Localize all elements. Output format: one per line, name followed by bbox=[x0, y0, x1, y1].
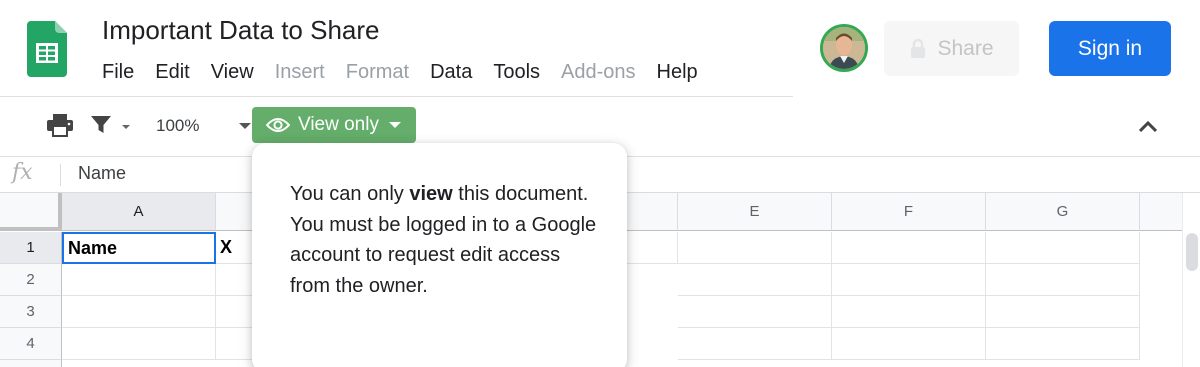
cell-g4[interactable] bbox=[986, 328, 1140, 360]
row-header-1[interactable]: 1 bbox=[0, 232, 62, 264]
zoom-value: 100% bbox=[156, 116, 200, 135]
formula-input[interactable]: Name bbox=[78, 163, 126, 184]
fx-icon: fx bbox=[12, 160, 33, 185]
tooltip-text-bold: view bbox=[409, 183, 453, 205]
cell-g2[interactable] bbox=[986, 264, 1140, 296]
cell-a4[interactable] bbox=[62, 328, 216, 360]
chevron-down-icon bbox=[239, 123, 252, 129]
column-header-h[interactable] bbox=[1140, 193, 1182, 231]
view-only-label: View only bbox=[298, 114, 379, 135]
header-divider bbox=[0, 96, 793, 97]
share-button[interactable]: Share bbox=[884, 21, 1019, 76]
column-header-f[interactable]: F bbox=[832, 193, 986, 231]
row-header-4[interactable]: 4 bbox=[0, 328, 62, 360]
menu-format: Format bbox=[345, 61, 410, 83]
row-header-3[interactable]: 3 bbox=[0, 296, 62, 328]
menu-view[interactable]: View bbox=[211, 60, 254, 84]
chevron-down-icon bbox=[388, 122, 401, 128]
cell-e2[interactable] bbox=[678, 264, 832, 296]
menu-file[interactable]: File bbox=[102, 60, 134, 84]
menu-bar: File Edit View Insert Format Data Tools … bbox=[102, 60, 719, 84]
menu-data[interactable]: Data bbox=[430, 60, 472, 84]
cell-f1[interactable] bbox=[832, 232, 986, 264]
cell-e1[interactable] bbox=[678, 232, 832, 264]
cell-g1[interactable] bbox=[986, 232, 1140, 264]
document-title[interactable]: Important Data to Share bbox=[102, 15, 379, 46]
menu-tools[interactable]: Tools bbox=[493, 60, 540, 84]
cell-e3[interactable] bbox=[678, 296, 832, 328]
cell-a2[interactable] bbox=[62, 264, 216, 296]
zoom-select[interactable]: 100% bbox=[156, 112, 252, 140]
view-only-tooltip: You can only view this document. You mus… bbox=[252, 143, 627, 367]
row-header-5[interactable] bbox=[0, 360, 62, 367]
lock-icon bbox=[911, 38, 926, 58]
menu-help[interactable]: Help bbox=[657, 60, 698, 84]
cell-f2[interactable] bbox=[832, 264, 986, 296]
eye-icon bbox=[266, 118, 290, 132]
sheets-logo-icon[interactable] bbox=[27, 21, 67, 77]
print-icon[interactable] bbox=[46, 113, 74, 137]
cell-g3[interactable] bbox=[986, 296, 1140, 328]
share-label: Share bbox=[937, 36, 994, 60]
formula-separator bbox=[60, 164, 61, 186]
cell-f4[interactable] bbox=[832, 328, 986, 360]
scrollbar-thumb[interactable] bbox=[1186, 233, 1198, 271]
avatar[interactable] bbox=[820, 24, 868, 72]
filter-icon[interactable] bbox=[90, 115, 132, 135]
view-only-button[interactable]: View only bbox=[252, 107, 416, 143]
row-header-2[interactable]: 2 bbox=[0, 264, 62, 296]
select-all-corner[interactable] bbox=[0, 193, 62, 231]
cell-a1[interactable]: Name bbox=[62, 232, 216, 264]
collapse-toolbar-button[interactable] bbox=[1136, 116, 1160, 136]
menu-add-ons: Add-ons bbox=[561, 61, 636, 83]
cell-a3[interactable] bbox=[62, 296, 216, 328]
menu-insert: Insert bbox=[274, 61, 325, 83]
menu-edit[interactable]: Edit bbox=[155, 60, 189, 84]
tooltip-text-prefix: You can only bbox=[290, 183, 410, 205]
sign-in-button[interactable]: Sign in bbox=[1049, 21, 1171, 76]
column-header-e[interactable]: E bbox=[678, 193, 832, 231]
vertical-scrollbar[interactable] bbox=[1182, 193, 1200, 367]
column-header-a[interactable]: A bbox=[62, 193, 216, 231]
cell-e4[interactable] bbox=[678, 328, 832, 360]
cell-f3[interactable] bbox=[832, 296, 986, 328]
chevron-up-icon bbox=[1138, 120, 1158, 133]
column-header-g[interactable]: G bbox=[986, 193, 1140, 231]
